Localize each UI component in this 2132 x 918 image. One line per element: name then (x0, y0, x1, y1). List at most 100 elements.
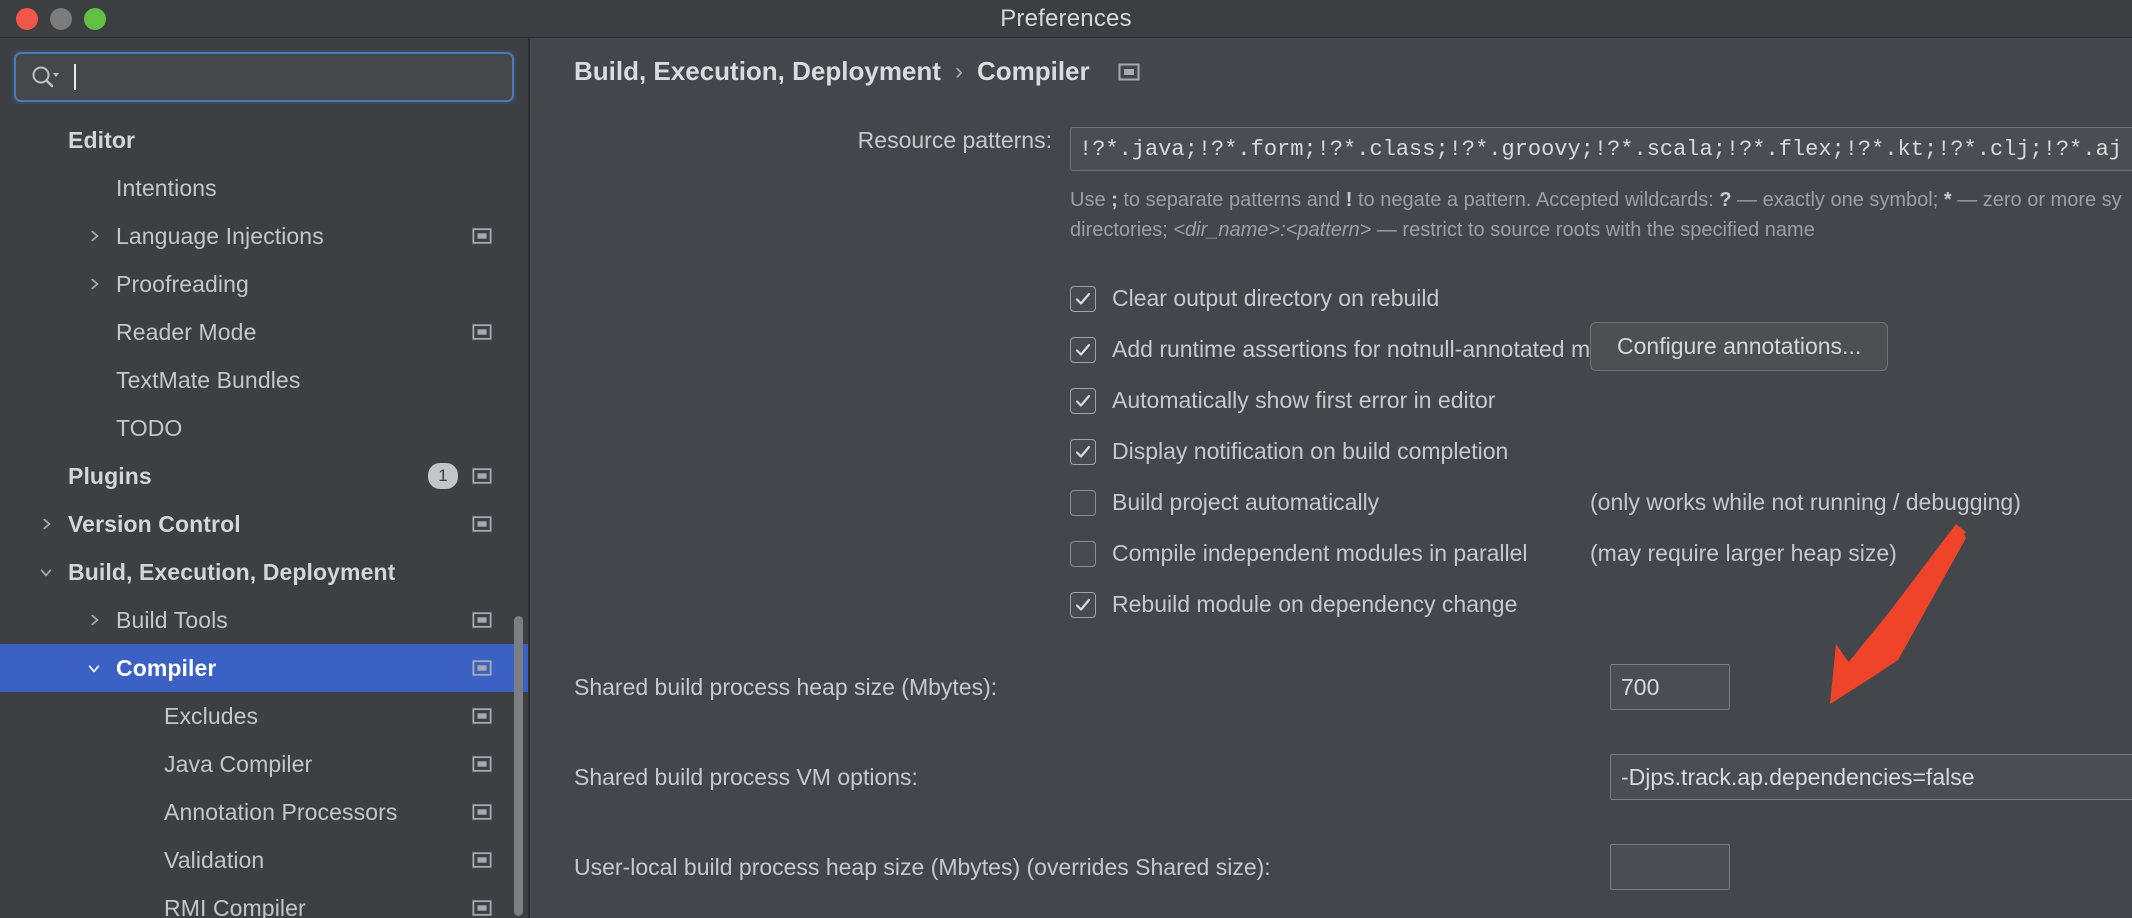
chevron-right-icon[interactable] (82, 613, 106, 627)
checkbox-label[interactable]: Display notification on build completion (1112, 438, 1508, 465)
sidebar-item-label: Java Compiler (164, 751, 312, 778)
plugin-count-badge: 1 (428, 463, 458, 489)
sidebar-item-label: Compiler (116, 655, 216, 682)
help-frag: — restrict to source roots with the spec… (1371, 219, 1815, 241)
field-row: Shared build process VM options:-Djps.tr… (530, 754, 2132, 800)
sidebar-item-intentions[interactable]: Intentions (0, 164, 528, 212)
project-scope-icon[interactable] (470, 706, 494, 726)
project-scope-icon[interactable] (470, 802, 494, 822)
preferences-window: Preferences Editor IntentionsLanguage Inj… (0, 0, 2132, 918)
sidebar-item-label: TODO (116, 415, 182, 442)
checkbox-checked-icon[interactable] (1070, 439, 1096, 465)
help-frag: to negate a pattern. Accepted wildcards: (1352, 189, 1719, 211)
resource-patterns-label: Resource patterns: (530, 127, 1070, 155)
sidebar-item-label: Validation (164, 847, 264, 874)
settings-sidebar: Editor IntentionsLanguage Injections Proof… (0, 38, 528, 918)
sidebar-item-build-tools[interactable]: Build Tools (0, 596, 528, 644)
field-input[interactable]: -Djps.track.ap.dependencies=false (1610, 754, 2132, 800)
checkbox-label[interactable]: Rebuild module on dependency change (1112, 591, 1517, 618)
sidebar-item-rmi-compiler[interactable]: RMI Compiler (0, 884, 528, 918)
project-scope-icon[interactable] (470, 754, 494, 774)
sidebar-item-annotation-processors[interactable]: Annotation Processors (0, 788, 528, 836)
sidebar-item-build-execution-deployment[interactable]: Build, Execution, Deployment (0, 548, 528, 596)
sidebar-item-label: Reader Mode (116, 319, 256, 346)
checkbox-row: Display notification on build completion (530, 426, 2132, 477)
checkbox-checked-icon[interactable] (1070, 286, 1096, 312)
chevron-down-icon[interactable] (34, 565, 58, 579)
sidebar-item-label: Editor (68, 127, 135, 154)
chevron-right-icon[interactable] (82, 277, 106, 291)
project-scope-icon[interactable] (470, 658, 494, 678)
search-input[interactable] (14, 52, 514, 102)
checkbox-checked-icon[interactable] (1070, 592, 1096, 618)
project-scope-icon[interactable] (470, 850, 494, 870)
resource-patterns-input[interactable]: !?*.java;!?*.form;!?*.class;!?*.groovy;!… (1070, 127, 2132, 171)
field-row: Shared build process heap size (Mbytes):… (530, 664, 2132, 710)
project-scope-icon[interactable] (470, 898, 494, 918)
sidebar-item-version-control[interactable]: Version Control (0, 500, 528, 548)
checkbox-row: Clear output directory on rebuild (530, 273, 2132, 324)
sidebar-item-label: Excludes (164, 703, 258, 730)
settings-tree[interactable]: Editor IntentionsLanguage Injections Proof… (0, 112, 528, 918)
checkbox-unchecked-icon[interactable] (1070, 490, 1096, 516)
checkbox-label[interactable]: Compile independent modules in parallel (1112, 540, 1528, 567)
chevron-right-icon[interactable] (34, 517, 58, 531)
breadcrumb-root[interactable]: Build, Execution, Deployment (574, 56, 941, 87)
sidebar-item-plugins[interactable]: Plugins 1 (0, 452, 528, 500)
checkbox-checked-icon[interactable] (1070, 337, 1096, 363)
sidebar-item-label: Proofreading (116, 271, 249, 298)
sidebar-item-java-compiler[interactable]: Java Compiler (0, 740, 528, 788)
sidebar-item-reader-mode[interactable]: Reader Mode (0, 308, 528, 356)
field-value: 700 (1621, 674, 1659, 701)
sidebar-item-label: Build Tools (116, 607, 228, 634)
field-input[interactable]: 700 (1610, 664, 1730, 710)
chevron-right-icon[interactable] (82, 229, 106, 243)
search-container (0, 38, 528, 112)
help-semicolon: ; (1111, 189, 1118, 211)
sidebar-item-label: Plugins (68, 463, 152, 490)
checkbox-label[interactable]: Build project automatically (1112, 489, 1379, 516)
project-scope-icon[interactable] (470, 322, 494, 342)
sidebar-item-label: RMI Compiler (164, 895, 306, 918)
checkbox-row: Build project automatically (only works w… (530, 477, 2132, 528)
help-star: * (1944, 189, 1952, 211)
checkbox-row: Automatically show first error in editor (530, 375, 2132, 426)
project-scope-icon[interactable] (470, 514, 494, 534)
title-bar: Preferences (0, 0, 2132, 38)
sidebar-item-validation[interactable]: Validation (0, 836, 528, 884)
sidebar-item-excludes[interactable]: Excludes (0, 692, 528, 740)
sidebar-item-label: Build, Execution, Deployment (68, 559, 395, 586)
checkbox-row: Add runtime assertions for notnull-annot… (530, 324, 2132, 375)
project-scope-icon[interactable] (1116, 61, 1142, 83)
sidebar-item-editor[interactable]: Editor (0, 116, 528, 164)
field-input[interactable] (1610, 844, 1730, 890)
checkbox-checked-icon[interactable] (1070, 388, 1096, 414)
sidebar-scrollbar-thumb[interactable] (514, 616, 523, 916)
breadcrumb-leaf: Compiler (977, 56, 1090, 87)
chevron-down-icon[interactable] (82, 661, 106, 675)
help-dirname-pattern: <dir_name>:<pattern> (1173, 219, 1371, 241)
configure-annotations-button[interactable]: Configure annotations... (1590, 322, 1888, 371)
help-frag: to separate patterns and (1118, 189, 1346, 211)
checkbox-label[interactable]: Automatically show first error in editor (1112, 387, 1495, 414)
help-frag: Use (1070, 189, 1111, 211)
sidebar-item-todo[interactable]: TODO (0, 404, 528, 452)
sidebar-item-textmate-bundles[interactable]: TextMate Bundles (0, 356, 528, 404)
checkbox-unchecked-icon[interactable] (1070, 541, 1096, 567)
checkbox-label[interactable]: Clear output directory on rebuild (1112, 285, 1439, 312)
compiler-settings-form: Resource patterns: !?*.java;!?*.form;!?*… (530, 87, 2132, 918)
sidebar-item-language-injections[interactable]: Language Injections (0, 212, 528, 260)
breadcrumb: Build, Execution, Deployment › Compiler (530, 38, 2132, 87)
sidebar-item-proofreading[interactable]: Proofreading (0, 260, 528, 308)
project-scope-icon[interactable] (470, 226, 494, 246)
project-scope-icon[interactable] (470, 610, 494, 630)
resource-patterns-row: Resource patterns: !?*.java;!?*.form;!?*… (530, 127, 2132, 171)
breadcrumb-separator: › (955, 58, 963, 86)
checkbox-row: Rebuild module on dependency change (530, 579, 2132, 630)
sidebar-item-label: Version Control (68, 511, 241, 538)
search-icon (30, 64, 60, 90)
sidebar-item-compiler[interactable]: Compiler (0, 644, 528, 692)
project-scope-icon[interactable] (470, 466, 494, 486)
window-title: Preferences (0, 5, 2132, 33)
checkbox-side-note: (only works while not running / debuggin… (1590, 489, 2021, 516)
